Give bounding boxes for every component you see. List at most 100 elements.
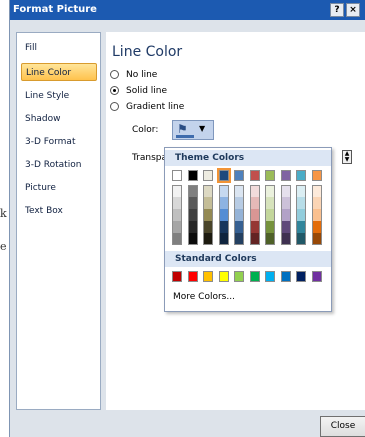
theme-color-swatch[interactable] [265,209,275,221]
theme-color-swatch[interactable] [265,221,275,233]
theme-color-swatch[interactable] [172,233,182,245]
theme-color-swatch[interactable] [234,209,244,221]
theme-color-swatch[interactable] [203,209,213,221]
theme-color-swatch[interactable] [172,185,182,197]
sidebar-item-picture[interactable]: Picture [21,179,97,197]
theme-color-swatch[interactable] [280,209,291,221]
standard-color-swatch[interactable] [172,271,182,282]
theme-color-swatch[interactable] [234,221,244,233]
transparency-label: Transpa [132,153,168,163]
standard-color-swatch[interactable] [249,271,260,282]
theme-color-swatch[interactable] [218,209,229,221]
theme-color-swatch[interactable] [234,170,244,181]
option-label: Gradient line [126,102,185,112]
sidebar-item-text-box[interactable]: Text Box [21,202,97,220]
theme-color-swatch[interactable] [249,170,260,181]
theme-color-swatch[interactable] [265,197,275,209]
more-colors-link[interactable]: More Colors... [173,292,235,302]
theme-color-swatch[interactable] [265,233,275,245]
option-label: Solid line [126,86,168,96]
theme-color-swatch[interactable] [311,233,322,245]
color-dropdown-button[interactable]: ⚑ ▼ [172,120,214,140]
theme-color-swatch[interactable] [187,233,198,245]
sidebar-item-line-style[interactable]: Line Style [21,87,97,105]
standard-color-swatch[interactable] [218,271,229,282]
theme-color-swatch[interactable] [203,233,213,245]
theme-color-swatch[interactable] [311,209,322,221]
theme-color-swatch[interactable] [187,170,198,181]
theme-color-swatch[interactable] [172,209,182,221]
theme-color-swatch[interactable] [218,221,229,233]
theme-color-swatch[interactable] [234,233,244,245]
theme-color-swatch[interactable] [249,233,260,245]
radio-button[interactable] [110,70,119,79]
theme-color-swatch[interactable] [249,197,260,209]
theme-color-swatch[interactable] [296,185,306,197]
color-picker-popup: Theme Colors Standard Colors More Colors… [164,147,332,312]
close-button[interactable]: Close [320,416,365,437]
theme-color-swatch[interactable] [280,170,291,181]
theme-color-swatch[interactable] [311,185,322,197]
standard-color-swatch[interactable] [234,271,244,282]
color-label: Color: [132,125,159,135]
theme-color-swatch[interactable] [203,197,213,209]
section-heading: Line Color [112,44,183,60]
sidebar-item-shadow[interactable]: Shadow [21,110,97,128]
theme-color-swatch[interactable] [296,233,306,245]
theme-color-swatch[interactable] [280,185,291,197]
solid-line-option[interactable]: Solid line [110,84,167,98]
theme-color-swatch[interactable] [265,185,275,197]
theme-color-swatch[interactable] [187,221,198,233]
standard-color-swatch[interactable] [265,271,275,282]
theme-color-swatch[interactable] [187,197,198,209]
theme-color-swatch[interactable] [249,209,260,221]
sidebar-item-3d-format[interactable]: 3-D Format [21,133,97,151]
theme-color-swatch[interactable] [234,197,244,209]
theme-color-swatch[interactable] [296,197,306,209]
theme-color-swatch[interactable] [249,185,260,197]
theme-color-swatch[interactable] [218,197,229,209]
theme-color-swatch[interactable] [249,221,260,233]
theme-color-swatch[interactable] [216,168,231,183]
gradient-line-option[interactable]: Gradient line [110,100,184,114]
theme-color-swatch[interactable] [172,221,182,233]
standard-color-swatch[interactable] [296,271,306,282]
theme-color-swatch[interactable] [311,170,322,181]
sidebar-item-3d-rotation[interactable]: 3-D Rotation [21,156,97,174]
theme-color-swatch[interactable] [187,185,198,197]
theme-color-swatch[interactable] [203,170,213,181]
standard-color-swatch[interactable] [280,271,291,282]
theme-color-swatch[interactable] [296,209,306,221]
radio-button[interactable] [110,102,119,111]
theme-color-swatch[interactable] [234,185,244,197]
standard-color-swatch[interactable] [311,271,322,282]
background-text-2: e [0,240,7,253]
theme-color-swatch[interactable] [172,197,182,209]
theme-color-swatch[interactable] [218,185,229,197]
theme-color-swatch[interactable] [218,233,229,245]
sidebar-item-fill[interactable]: Fill [21,39,97,57]
theme-color-swatch[interactable] [280,233,291,245]
theme-color-swatch[interactable] [203,221,213,233]
theme-color-swatch[interactable] [203,185,213,197]
help-button[interactable]: ? [330,3,344,17]
theme-color-swatch[interactable] [187,209,198,221]
theme-colors-header: Theme Colors [165,150,331,166]
standard-color-swatch[interactable] [203,271,213,282]
option-label: No line [126,70,158,80]
no-line-option[interactable]: No line [110,68,157,82]
category-list: Fill Line Color Line Style Shadow 3-D Fo… [16,32,101,410]
sidebar-item-line-color[interactable]: Line Color [21,63,97,81]
theme-color-swatch[interactable] [280,221,291,233]
theme-color-swatch[interactable] [296,221,306,233]
radio-button[interactable] [110,86,119,95]
transparency-spinner[interactable]: ▲ ▼ [342,150,352,164]
standard-color-swatch[interactable] [187,271,198,282]
theme-color-swatch[interactable] [265,170,275,181]
theme-color-swatch[interactable] [311,197,322,209]
theme-color-swatch[interactable] [296,170,306,181]
theme-color-swatch[interactable] [280,197,291,209]
theme-color-swatch[interactable] [172,170,182,181]
close-window-button[interactable]: × [346,3,360,17]
theme-color-swatch[interactable] [311,221,322,233]
